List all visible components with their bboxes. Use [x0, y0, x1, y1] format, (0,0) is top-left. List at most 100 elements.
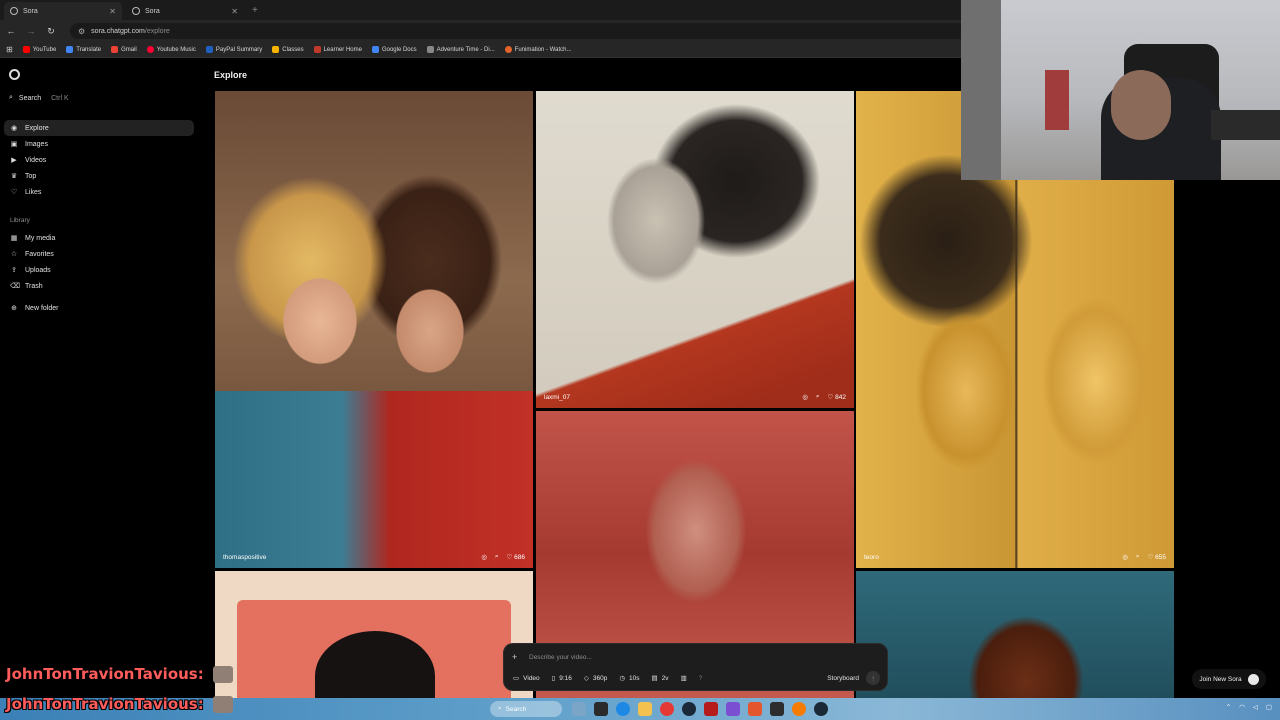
bookmark-classes[interactable]: Classes	[272, 46, 304, 53]
bookmark-label: Youtube Music	[156, 46, 196, 53]
nav-item-likes[interactable]: ♡ Likes	[4, 184, 194, 200]
gmail-icon	[111, 46, 119, 53]
like-button[interactable]: ♡ 655	[1148, 553, 1167, 561]
bookmark-adventure-time[interactable]: Adventure Time - Di...	[426, 46, 495, 53]
twitch-icon[interactable]	[726, 702, 740, 716]
resolution-selector[interactable]: ◇ 360p	[584, 674, 607, 683]
variations-selector[interactable]: ▤ 2v	[651, 674, 669, 683]
nav-item-images[interactable]: ▣ Images	[4, 136, 194, 152]
nav-item-my-media[interactable]: ▦ My media	[4, 230, 194, 246]
notification-icon[interactable]: ▢	[1266, 703, 1272, 711]
composer-options: ▭ Video ▯ 9:16 ◇ 360p ◷ 10s ▤ 2v ▥ ?	[513, 674, 703, 683]
forward-icon[interactable]: →	[26, 26, 36, 36]
chrome-icon[interactable]	[660, 702, 674, 716]
url-field[interactable]: ⚙ sora.chatgpt.com/explore	[70, 23, 970, 39]
bookmark-youtube-music[interactable]: Youtube Music	[146, 46, 196, 53]
copilot-icon[interactable]	[572, 702, 586, 716]
nav-item-uploads[interactable]: ⇪ Uploads	[4, 262, 194, 278]
presets-button[interactable]: ▥	[681, 674, 687, 682]
firefox-icon[interactable]	[792, 702, 806, 716]
back-icon[interactable]: ←	[6, 26, 16, 36]
nav-label: Images	[25, 140, 48, 148]
type-selector[interactable]: ▭ Video	[513, 674, 540, 683]
chat-avatar	[213, 696, 233, 713]
webcam-person-head	[1111, 70, 1171, 140]
nav-item-trash[interactable]: ⌫ Trash	[4, 278, 194, 294]
media-icon: ▦	[10, 235, 18, 242]
join-new-sora-button[interactable]: Join New Sora	[1192, 669, 1266, 689]
new-folder-button[interactable]: ⊕ New folder	[4, 300, 194, 316]
duration-selector[interactable]: ◷ 10s	[619, 674, 639, 683]
like-button[interactable]: ♡ 842	[828, 393, 847, 401]
nav-item-favorites[interactable]: ☆ Favorites	[4, 246, 194, 262]
send-arrow-icon[interactable]: ↑	[866, 671, 880, 685]
file-explorer-icon[interactable]	[638, 702, 652, 716]
wifi-icon[interactable]: ◠	[1239, 703, 1245, 711]
apps-grid-icon[interactable]: ⊞	[6, 45, 13, 54]
steam-icon[interactable]	[814, 702, 828, 716]
aspect-selector[interactable]: ▯ 9:16	[552, 674, 572, 683]
help-button[interactable]: ?	[699, 675, 703, 682]
add-media-icon[interactable]: +	[512, 652, 517, 662]
reload-icon[interactable]: ↻	[46, 26, 56, 37]
nav-item-top[interactable]: ♛ Top	[4, 168, 194, 184]
app-icon[interactable]	[704, 702, 718, 716]
main-nav: ◉ Explore ▣ Images ▶ Videos ♛ Top ♡ Likes	[4, 120, 194, 200]
task-view-icon[interactable]	[594, 702, 608, 716]
new-tab-icon[interactable]: +	[252, 5, 258, 16]
bookmark-youtube[interactable]: YouTube	[22, 46, 56, 53]
close-tab-icon[interactable]: ✕	[109, 7, 116, 16]
search-icon[interactable]: ⌕	[1136, 553, 1140, 561]
sora-logo-icon[interactable]	[9, 69, 20, 80]
search-icon[interactable]: ⌕	[495, 553, 499, 561]
gallery-tile[interactable]	[856, 571, 1174, 698]
tile-author[interactable]: teoro	[864, 554, 879, 561]
prompt-input[interactable]: Describe your video...	[529, 654, 592, 661]
adventure-time-icon	[426, 46, 434, 53]
volume-icon[interactable]: ◁	[1253, 703, 1258, 711]
bookmark-learner-home[interactable]: Learner Home	[313, 46, 362, 53]
gallery-tile[interactable]: laxmi_07 ◎ ⌕ ♡ 842	[536, 91, 854, 408]
learner-home-icon	[313, 46, 321, 53]
brave-icon[interactable]	[748, 702, 762, 716]
nav-item-videos[interactable]: ▶ Videos	[4, 152, 194, 168]
gallery-tile[interactable]	[215, 571, 533, 698]
remix-icon[interactable]: ◎	[802, 393, 808, 401]
like-button[interactable]: ♡ 686	[507, 553, 526, 561]
chevron-up-icon[interactable]: ⌃	[1226, 703, 1231, 711]
app-icon[interactable]	[770, 702, 784, 716]
bookmark-paypal[interactable]: PayPal Summary	[205, 46, 262, 53]
heart-icon: ♡	[10, 189, 18, 196]
search-icon[interactable]: ⌕	[816, 393, 820, 401]
gallery-tile[interactable]: thomaspositive ◎ ⌕ ♡ 686	[215, 91, 533, 568]
variations-icon: ▤	[651, 675, 658, 682]
bookmark-translate[interactable]: Translate	[66, 46, 101, 53]
storyboard-button[interactable]: Storyboard	[827, 675, 859, 682]
edge-icon[interactable]	[616, 702, 630, 716]
steam-icon[interactable]	[682, 702, 696, 716]
bookmark-gmail[interactable]: Gmail	[111, 46, 137, 53]
preset-icon: ▥	[680, 675, 687, 682]
tile-author[interactable]: laxmi_07	[544, 394, 570, 401]
tile-author[interactable]: thomaspositive	[223, 554, 266, 561]
bookmark-funimation[interactable]: Funimation - Watch...	[504, 46, 572, 53]
browser-tab[interactable]: Sora ✕	[126, 2, 244, 20]
remix-icon[interactable]: ◎	[1122, 553, 1128, 561]
remix-icon[interactable]: ◎	[481, 553, 487, 561]
bookmark-google-docs[interactable]: Google Docs	[371, 46, 417, 53]
bookmark-label: Classes	[282, 46, 304, 53]
search-button[interactable]: ⌕ Search Ctrl K	[9, 94, 69, 102]
nav-label: Videos	[25, 156, 47, 164]
trash-icon: ⌫	[10, 283, 20, 290]
sidebar: ⌕ Search Ctrl K ◉ Explore ▣ Images ▶ Videos…	[0, 58, 210, 698]
close-tab-icon[interactable]: ✕	[231, 7, 238, 16]
bookmark-label: Funimation - Watch...	[514, 46, 572, 53]
taskbar-search[interactable]: ⌕ Search	[490, 701, 562, 717]
browser-tab[interactable]: Sora ✕	[4, 2, 122, 20]
site-info-icon[interactable]: ⚙	[78, 27, 85, 36]
image-icon: ▣	[10, 141, 18, 148]
youtube-music-icon	[146, 46, 154, 53]
nav-label: Trash	[25, 282, 43, 290]
tab-title: Sora	[23, 7, 38, 15]
nav-item-explore[interactable]: ◉ Explore	[4, 120, 194, 136]
